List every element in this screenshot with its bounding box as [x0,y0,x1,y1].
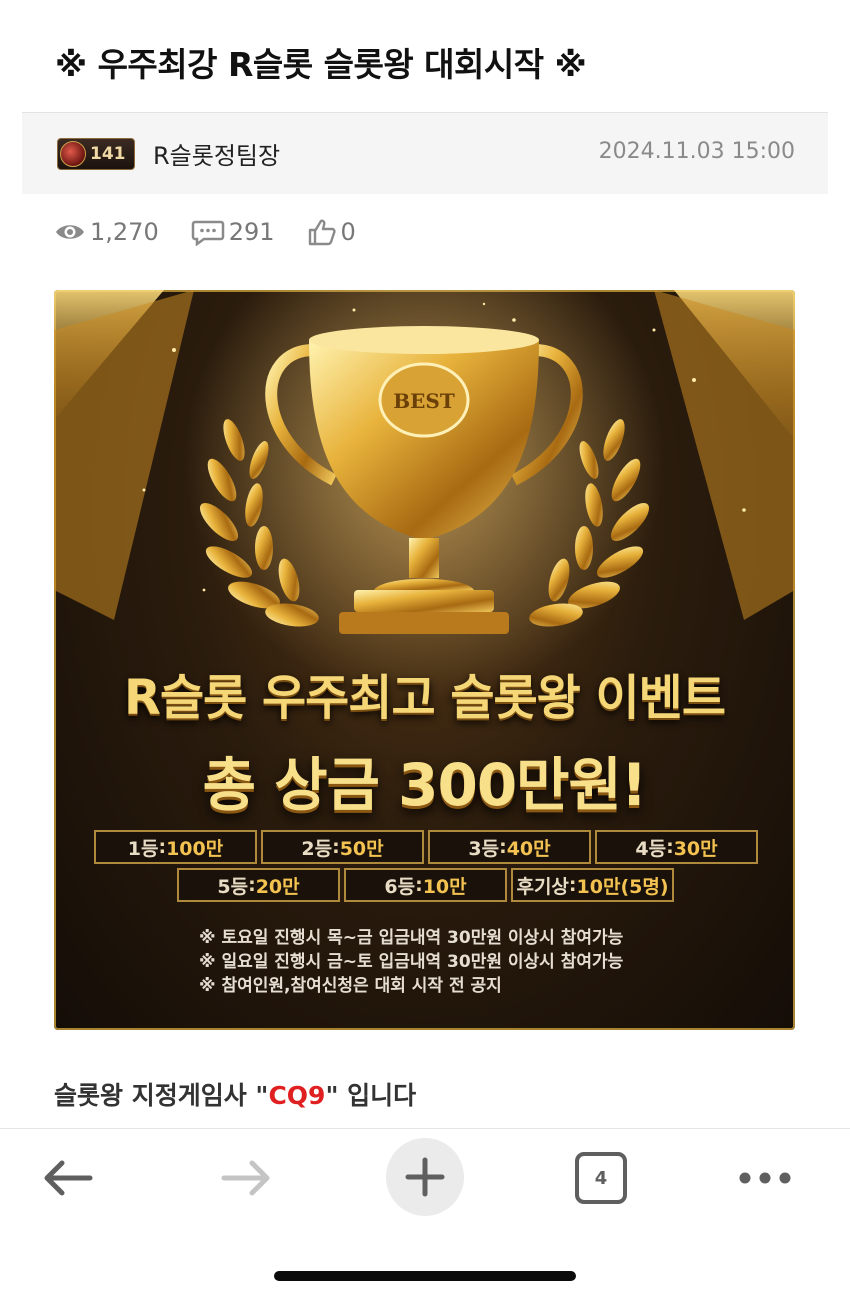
back-arrow-icon [44,1160,93,1196]
note-line: ※ 토요일 진행시 목~금 입금내역 30만원 이상시 참여가능 [199,928,624,948]
post-title: ※ 우주최강 R슬롯 슬롯왕 대회시작 ※ [55,45,587,84]
author-name[interactable]: R슬롯정팀장 [153,136,280,171]
eye-icon [56,225,84,239]
post-body-text: 슬롯왕 지정게임사 "CQ9" 입니다 [54,1076,416,1112]
browser-toolbar: 4 [0,1128,850,1299]
post-meta-bar: 141 R슬롯정팀장 2024.11.03 15:00 [22,113,828,194]
views-stat: 1,270 [54,218,159,246]
comment-bubble-icon [191,220,224,246]
plus-icon [405,1157,445,1197]
prize-item: 1등:100만 [94,830,257,864]
likes-count: 0 [340,218,356,246]
comments-count: 291 [228,218,275,246]
event-notes: ※ 토요일 진행시 목~금 입금내역 30만원 이상시 참여가능 ※ 일요일 진… [199,926,623,998]
views-count: 1,270 [90,218,159,246]
forward-arrow-icon [221,1160,270,1196]
post-stats: 1,270 291 0 [54,214,388,250]
event-title: R슬롯 우주최고 슬롯왕 이벤트 [123,670,726,726]
prize-item: 4등:30만 [595,830,758,864]
back-button[interactable] [28,1143,108,1213]
event-banner-image: BEST R슬롯 우주최고 슬롯왕 이벤트 총 상금 300만원! 1등:100… [54,290,795,1030]
body-text-prefix: 슬롯왕 지정게임사 " [54,1081,269,1110]
tab-count-label: 4 [594,1167,608,1189]
prize-item: 후기상:10만(5명) [511,868,674,902]
more-dots-icon [739,1172,791,1184]
note-line: ※ 일요일 진행시 금~토 입금내역 30만원 이상시 참여가능 [199,952,624,972]
post-date: 2024.11.03 15:00 [598,139,795,164]
note-line: ※ 참여인원,참여신청은 대회 시작 전 공지 [199,976,502,996]
body-text-suffix: " 입니다 [325,1081,417,1110]
prize-row-1: 1등:100만 2등:50만 3등:40만 4등:30만 [94,830,758,864]
prize-item: 3등:40만 [428,830,591,864]
prize-item: 6등:10만 [344,868,507,902]
trophy-label: BEST [393,389,455,413]
prize-item: 2등:50만 [261,830,424,864]
level-emblem-icon [60,141,86,167]
home-indicator[interactable] [274,1271,576,1281]
tabs-button[interactable]: 4 [575,1152,627,1204]
forward-button[interactable] [206,1143,286,1213]
game-provider-highlight: CQ9 [268,1081,326,1110]
comments-stat[interactable]: 291 [191,218,275,246]
new-tab-button[interactable] [386,1138,464,1216]
level-badge: 141 [57,138,135,170]
prize-row-2: 5등:20만 6등:10만 후기상:10만(5명) [177,868,674,902]
level-number: 141 [90,144,126,164]
prize-item: 5등:20만 [177,868,340,902]
more-menu-button[interactable] [725,1143,805,1213]
thumbs-up-icon [308,219,336,246]
likes-stat[interactable]: 0 [307,218,356,246]
prize-total: 총 상금 300만원! [202,751,648,819]
